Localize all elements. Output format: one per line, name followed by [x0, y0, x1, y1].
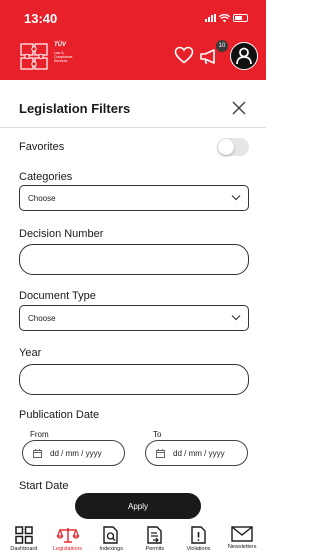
heart-icon[interactable] — [174, 46, 194, 64]
tab-permits[interactable]: Permits — [133, 520, 177, 560]
tab-newsletters[interactable]: Newsletters — [220, 520, 264, 560]
puzzle-logo-icon — [20, 43, 48, 70]
bottom-tab-bar: Dashboard Legislations Indexings Permits — [0, 520, 266, 560]
document-search-icon — [103, 526, 118, 544]
calendar-icon — [156, 448, 165, 458]
mail-icon — [231, 526, 253, 542]
user-icon — [236, 47, 252, 65]
profile-avatar[interactable] — [230, 42, 258, 70]
publication-date-label: Publication Date — [19, 409, 100, 421]
tab-dashboard[interactable]: Dashboard — [2, 520, 46, 560]
tab-violations[interactable]: Violations — [177, 520, 221, 560]
document-type-label: Document Type — [19, 290, 96, 302]
favorites-toggle[interactable] — [217, 138, 249, 156]
from-label: From — [30, 430, 49, 439]
toggle-knob — [218, 139, 234, 155]
tab-label: Legislations — [52, 546, 83, 552]
categories-label: Categories — [19, 171, 73, 183]
categories-value: Choose — [28, 193, 56, 203]
tab-legislations[interactable]: Legislations — [46, 520, 90, 560]
year-label: Year — [19, 347, 42, 359]
categories-select[interactable]: Choose — [19, 185, 249, 211]
notification-badge: 10 — [216, 40, 228, 52]
document-permit-icon — [147, 526, 162, 544]
status-bar: 13:40 — [0, 0, 266, 36]
chevron-down-icon — [231, 315, 241, 321]
document-type-select[interactable]: Choose — [19, 305, 249, 331]
app-header: TÜV Law & Compliance Services 10 — [0, 36, 266, 80]
close-icon[interactable] — [230, 99, 248, 117]
company-logo: TÜV Law & Compliance Services — [20, 42, 80, 72]
publication-date-to-input[interactable]: dd / mm / yyyy — [145, 440, 248, 466]
document-type-value: Choose — [28, 313, 56, 323]
chevron-down-icon — [231, 195, 241, 201]
to-label: To — [153, 430, 162, 439]
grid-icon — [15, 526, 33, 544]
logo-brand: TÜV — [54, 42, 66, 48]
tab-label: Violations — [186, 546, 211, 552]
calendar-icon — [33, 448, 42, 458]
to-date-placeholder: dd / mm / yyyy — [173, 448, 225, 458]
tab-label: Newsletters — [227, 544, 257, 550]
decision-number-input[interactable] — [19, 244, 249, 275]
apply-button[interactable]: Apply — [75, 493, 201, 519]
title-divider — [0, 127, 266, 128]
tab-label: Permits — [145, 546, 165, 552]
tab-label: Indexings — [99, 546, 123, 552]
decision-number-label: Decision Number — [19, 228, 104, 240]
scale-icon — [56, 528, 79, 543]
sheet-title: Legislation Filters — [19, 101, 131, 116]
legislation-filters-sheet: Legislation Filters Favorites Categories… — [0, 82, 266, 512]
tab-label: Dashboard — [10, 546, 38, 552]
tab-indexings[interactable]: Indexings — [89, 520, 133, 560]
status-time: 13:40 — [24, 10, 58, 26]
start-date-label: Start Date — [19, 480, 69, 492]
favorites-label: Favorites — [19, 141, 65, 153]
logo-subtitle: Law & Compliance Services — [54, 51, 73, 63]
signal-icon — [205, 14, 216, 22]
status-icons — [205, 13, 248, 23]
from-date-placeholder: dd / mm / yyyy — [50, 448, 102, 458]
document-alert-icon — [190, 526, 206, 544]
year-input[interactable] — [19, 364, 249, 395]
battery-icon — [233, 14, 248, 22]
wifi-icon — [219, 13, 230, 22]
publication-date-from-input[interactable]: dd / mm / yyyy — [22, 440, 125, 466]
